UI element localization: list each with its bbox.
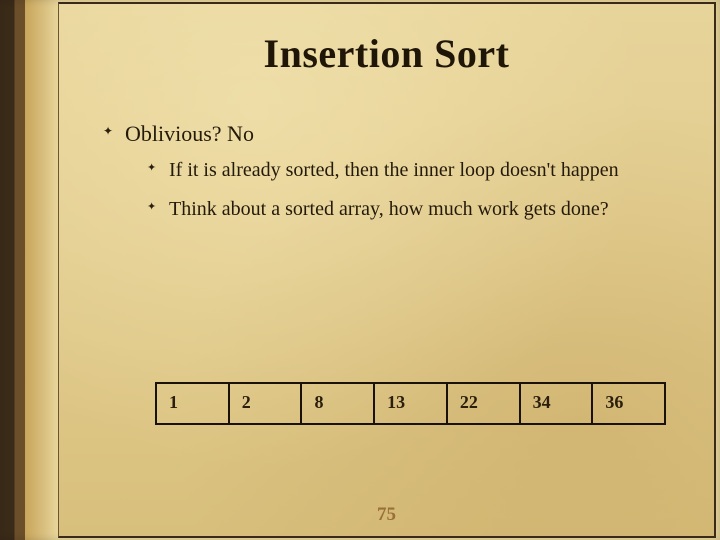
sub-bullet-1: If it is already sorted, then the inner …	[147, 157, 678, 184]
array-cell: 8	[302, 384, 375, 423]
bullet-list: Oblivious? No If it is already sorted, t…	[95, 121, 678, 223]
bullet-text: Oblivious? No	[125, 121, 254, 146]
sub-bullet-list: If it is already sorted, then the inner …	[125, 157, 678, 223]
book-frame: Insertion Sort Oblivious? No If it is al…	[0, 0, 720, 540]
page-title: Insertion Sort	[95, 30, 678, 77]
slide-page: Insertion Sort Oblivious? No If it is al…	[58, 2, 716, 538]
sub-bullet-2: Think about a sorted array, how much wor…	[147, 196, 678, 223]
page-number: 75	[59, 504, 714, 526]
array-cell: 34	[521, 384, 594, 423]
array-cell: 2	[230, 384, 303, 423]
bullet-oblivious: Oblivious? No If it is already sorted, t…	[103, 121, 678, 223]
array-cell: 13	[375, 384, 448, 423]
array-cell: 36	[593, 384, 664, 423]
array-cell: 22	[448, 384, 521, 423]
sorted-array-table: 1 2 8 13 22 34 36	[155, 382, 666, 425]
array-cell: 1	[157, 384, 230, 423]
